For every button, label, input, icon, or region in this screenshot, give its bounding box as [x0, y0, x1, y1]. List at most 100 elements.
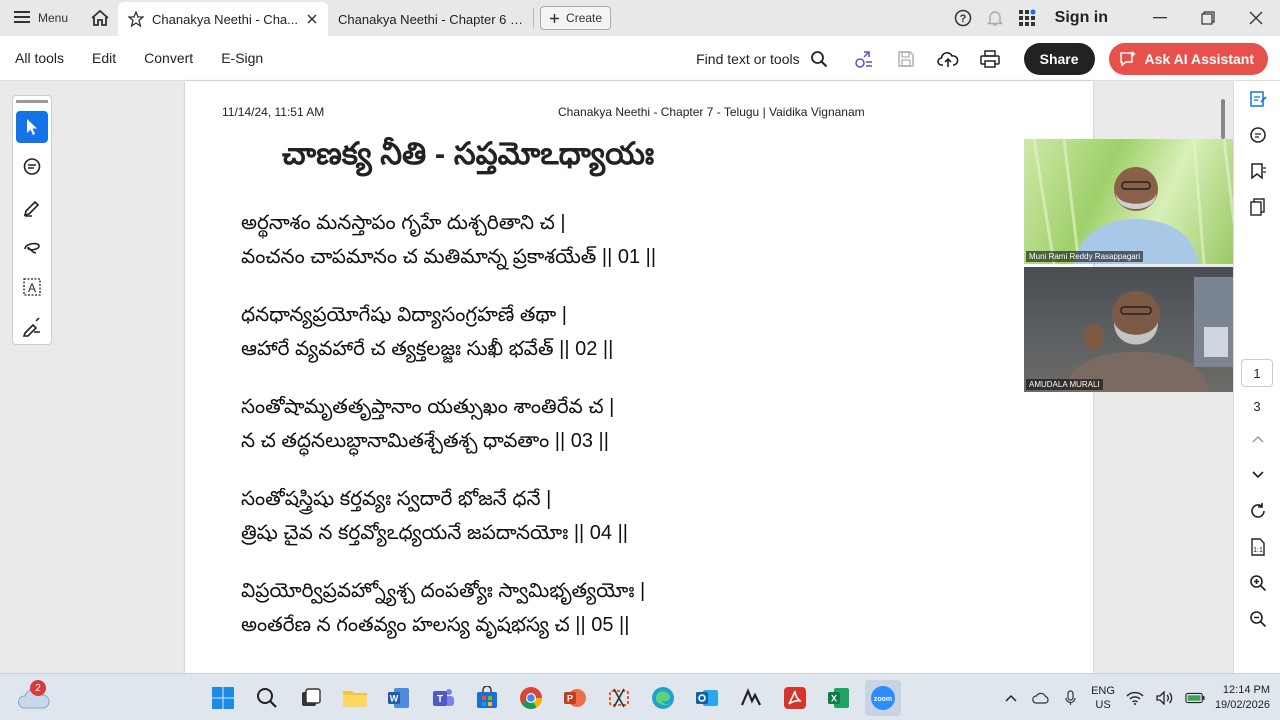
share-button[interactable]: Share: [1023, 42, 1095, 75]
taskbar-apps: W T P X zoom: [205, 674, 901, 720]
home-button[interactable]: [82, 0, 118, 36]
video-tile-participant-1[interactable]: Muni Rami Reddy Rasappagari: [1024, 139, 1248, 264]
chrome-app[interactable]: [513, 680, 549, 716]
restore-button[interactable]: [1184, 0, 1232, 36]
refresh-button[interactable]: [1234, 493, 1280, 529]
verse-line: ఆహారే వ్యవహారే చ త్యక్తలజ్జః సుఖీ భవేత్ …: [241, 338, 614, 360]
language-code: ENG: [1091, 684, 1115, 697]
verse-list: అర్థనాశం మనస్తాపం గృహే దుశ్చరితాని చ | వ…: [241, 206, 656, 666]
ask-ai-assistant-button[interactable]: Ask AI Assistant: [1108, 42, 1268, 75]
text-box-icon: A: [23, 278, 41, 296]
apps-grid-icon[interactable]: [1011, 9, 1043, 27]
scrollbar-thumb[interactable]: [1221, 99, 1225, 139]
notification-badge: 2: [30, 680, 46, 696]
svg-text:X: X: [831, 693, 837, 703]
save-icon[interactable]: [888, 41, 924, 77]
snipping-tool-app[interactable]: [601, 680, 637, 716]
menu-e-sign[interactable]: E-Sign: [207, 50, 277, 66]
zoom-in-button[interactable]: [1234, 565, 1280, 601]
acrobat-app[interactable]: [777, 680, 813, 716]
task-view-button[interactable]: [293, 680, 329, 716]
chevron-up-icon[interactable]: [1001, 694, 1021, 702]
windows-logo-icon: [212, 686, 234, 709]
refresh-icon: [1250, 503, 1265, 518]
sign-tool-button[interactable]: [16, 311, 48, 343]
microphone-icon[interactable]: [1061, 689, 1081, 706]
page-number-input[interactable]: 1: [1241, 359, 1273, 387]
desktop-app[interactable]: [733, 680, 769, 716]
comment-tool-button[interactable]: [16, 151, 48, 183]
home-icon: [91, 9, 109, 26]
tab-title: Chanakya Neethi - Cha...: [152, 11, 298, 27]
create-label: Create: [566, 11, 603, 25]
word-app[interactable]: W: [381, 680, 417, 716]
create-button[interactable]: Create: [540, 6, 612, 30]
previous-page-button[interactable]: [1234, 421, 1280, 457]
close-icon: [1249, 11, 1263, 25]
find-tools-button[interactable]: Find text or tools: [696, 50, 828, 68]
next-page-button[interactable]: [1234, 457, 1280, 493]
print-icon[interactable]: [972, 41, 1008, 77]
search-button[interactable]: [249, 680, 285, 716]
store-app[interactable]: [469, 680, 505, 716]
wifi-icon[interactable]: [1125, 691, 1145, 705]
powerpoint-app[interactable]: P: [557, 680, 593, 716]
zoom-app[interactable]: zoom: [865, 679, 901, 716]
zoom-out-button[interactable]: [1234, 601, 1280, 637]
svg-text:?: ?: [959, 13, 966, 25]
edge-app[interactable]: [645, 680, 681, 716]
file-explorer-app[interactable]: [337, 680, 373, 716]
tab-chapter-6[interactable]: Chanakya Neethi - Chapter 6 - ...: [328, 2, 533, 36]
drag-handle[interactable]: [16, 100, 48, 103]
verse-line: విప్రయోర్విప్రవహ్న్యోశ్చ దంపత్యోః స్వామి…: [241, 580, 646, 602]
teams-app[interactable]: T: [425, 680, 461, 716]
verse-04: సంతోషస్త్రిషు కర్తవ్యః స్వదారే భోజనే ధనే…: [241, 482, 656, 550]
highlight-tool-button[interactable]: [16, 191, 48, 223]
tab-chapter-7[interactable]: Chanakya Neethi - Cha...: [118, 2, 329, 36]
menu-all-tools[interactable]: All tools: [0, 50, 78, 66]
tab-bar: Menu Chanakya Neethi - Cha... Chanakya N…: [0, 0, 1280, 36]
sign-in-button[interactable]: Sign in: [1055, 9, 1108, 27]
menu-button[interactable]: Menu: [0, 0, 82, 36]
svg-text:W: W: [390, 693, 399, 703]
menu-label: Menu: [38, 11, 69, 25]
menu-convert[interactable]: Convert: [130, 50, 207, 66]
close-icon[interactable]: [306, 13, 318, 25]
ai-tools-icon[interactable]: [846, 41, 882, 77]
onedrive-icon[interactable]: [1031, 692, 1051, 704]
upload-cloud-icon[interactable]: [930, 41, 966, 77]
start-button[interactable]: [205, 680, 241, 716]
store-icon: [477, 685, 497, 708]
actual-size-button[interactable]: 1:1: [1234, 529, 1280, 565]
comments-icon[interactable]: [1234, 117, 1280, 153]
participant-name: Muni Rami Reddy Rasappagari: [1026, 251, 1144, 262]
video-tile-participant-2[interactable]: AMUDALA MURALI: [1024, 267, 1248, 392]
draw-tool-button[interactable]: [16, 231, 48, 263]
hamburger-icon: [14, 10, 30, 27]
battery-icon[interactable]: [1185, 692, 1205, 704]
minimize-button[interactable]: [1136, 0, 1184, 36]
select-tool-button[interactable]: [16, 111, 48, 143]
zoom-icon: zoom: [871, 685, 895, 710]
excel-app[interactable]: X: [821, 680, 857, 716]
input-language-indicator[interactable]: ENG US: [1091, 684, 1115, 712]
edit-pdf-icon[interactable]: [1234, 81, 1280, 117]
system-tray: ENG US 12:14 PM 19/02/2026: [1001, 674, 1280, 720]
search-icon: [257, 687, 277, 708]
menu-edit[interactable]: Edit: [78, 50, 130, 66]
help-icon[interactable]: ?: [947, 9, 979, 27]
svg-text:P: P: [567, 693, 573, 703]
volume-icon[interactable]: [1155, 690, 1175, 705]
bookmarks-icon[interactable]: [1234, 153, 1280, 189]
outlook-app[interactable]: [689, 680, 725, 716]
tab-divider: [533, 8, 535, 28]
text-tool-button[interactable]: A: [16, 271, 48, 303]
notification-bell-icon[interactable]: [979, 9, 1011, 27]
verse-02: ధనధాన్యప్రయోగేషు విద్యాసంగ్రహణే తథా | ఆహ…: [241, 298, 656, 366]
pages-icon[interactable]: [1234, 189, 1280, 225]
task-view-icon: [302, 687, 321, 706]
close-window-button[interactable]: [1232, 0, 1280, 36]
chrome-icon: [520, 686, 542, 709]
star-icon[interactable]: [128, 11, 145, 27]
system-clock[interactable]: 12:14 PM 19/02/2026: [1215, 683, 1270, 713]
